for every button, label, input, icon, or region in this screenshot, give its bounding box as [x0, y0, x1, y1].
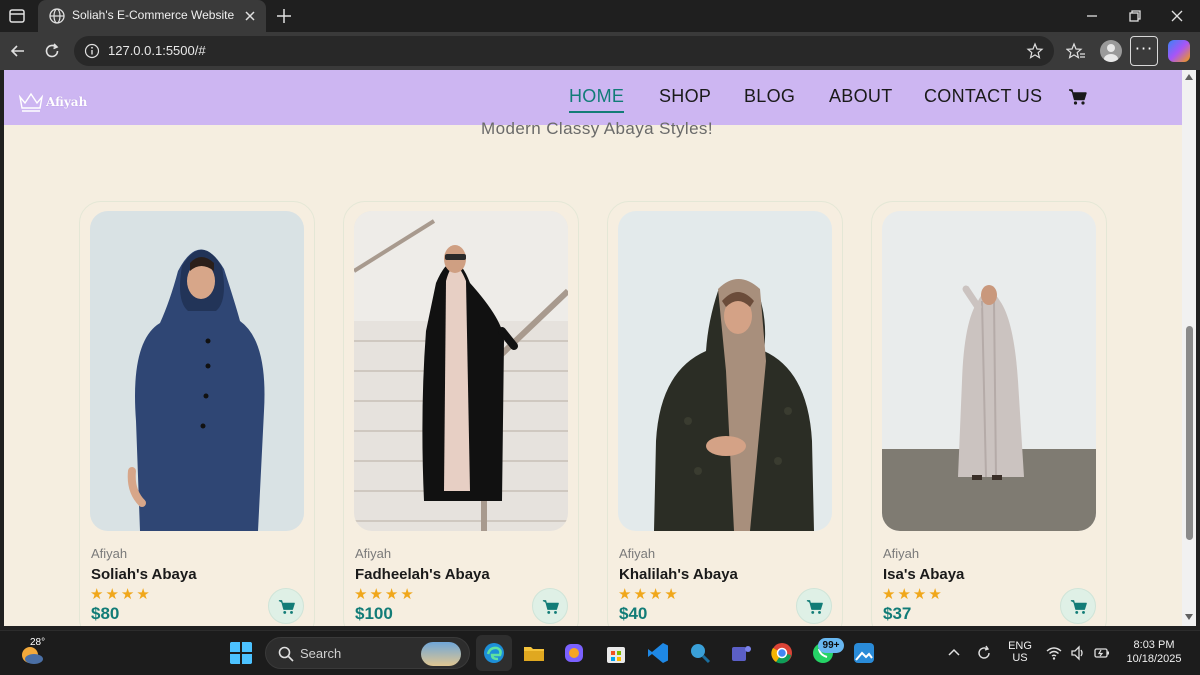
nav-contact-us[interactable]: CONTACT US — [924, 86, 1042, 108]
chrome-icon[interactable] — [770, 641, 794, 665]
chevron-up-icon[interactable] — [946, 645, 962, 661]
add-to-cart-button[interactable] — [796, 588, 832, 624]
cart-icon — [1070, 600, 1087, 614]
copilot-icon[interactable] — [1168, 40, 1190, 62]
product-price: $37 — [883, 604, 912, 623]
product-name[interactable]: Khalilah's Abaya — [619, 566, 738, 583]
region-code: US — [1012, 652, 1028, 664]
cart-icon[interactable] — [1068, 87, 1088, 107]
url-text: 127.0.0.1:5500/# — [108, 43, 206, 58]
close-window-icon[interactable] — [1167, 6, 1187, 26]
clock[interactable]: 8:03 PM 10/18/2025 — [1118, 639, 1190, 665]
language-indicator[interactable]: ENG US — [1006, 640, 1034, 664]
product-rating-stars: ★★★★ — [90, 585, 152, 603]
nav-shop[interactable]: SHOP — [659, 86, 711, 108]
taskbar-search[interactable]: Search — [265, 637, 470, 669]
product-card[interactable]: Afiyah Isa's Abaya ★★★★ $37 — [871, 201, 1107, 626]
battery-icon[interactable] — [1094, 645, 1110, 661]
product-name[interactable]: Fadheelah's Abaya — [355, 566, 490, 583]
volume-icon[interactable] — [1070, 645, 1086, 661]
sync-icon[interactable] — [976, 645, 992, 661]
product-price: $40 — [619, 604, 648, 623]
nav-home[interactable]: HOME — [569, 86, 625, 113]
favorites-icon[interactable] — [1066, 41, 1086, 61]
search-placeholder: Search — [300, 646, 342, 661]
search-icon — [278, 646, 294, 662]
vscode-icon[interactable] — [646, 641, 670, 665]
product-price: $80 — [91, 604, 120, 623]
product-name[interactable]: Isa's Abaya — [883, 566, 964, 583]
site-header: Afiyah HOME SHOP BLOG ABOUT CONTACT US — [4, 70, 1182, 125]
scroll-thumb[interactable] — [1186, 326, 1193, 540]
product-price: $100 — [355, 604, 393, 623]
page-viewport: Afiyah HOME SHOP BLOG ABOUT CONTACT US M… — [4, 70, 1182, 626]
product-rating-stars: ★★★★ — [354, 585, 416, 603]
product-brand: Afiyah — [91, 546, 128, 561]
restore-icon[interactable] — [1125, 6, 1145, 26]
wifi-icon[interactable] — [1046, 645, 1062, 661]
site-logo[interactable]: Afiyah — [18, 90, 87, 114]
browser-tab[interactable]: Soliah's E-Commerce Website — [38, 0, 266, 32]
product-brand: Afiyah — [619, 546, 656, 561]
product-image[interactable] — [354, 211, 568, 531]
cart-icon — [278, 600, 295, 614]
browser-tab-bar: Soliah's E-Commerce Website — [0, 0, 1200, 32]
address-bar[interactable]: 127.0.0.1:5500/# — [74, 36, 1054, 66]
page-scrollbar[interactable] — [1182, 70, 1196, 626]
minimize-icon[interactable] — [1082, 6, 1102, 26]
product-name[interactable]: Soliah's Abaya — [91, 566, 197, 583]
close-tab-icon[interactable] — [242, 8, 258, 24]
globe-icon — [49, 8, 65, 24]
product-card[interactable]: Afiyah Khalilah's Abaya ★★★★ $40 — [607, 201, 843, 626]
logo-text: Afiyah — [46, 95, 88, 109]
magnifier-app-icon[interactable] — [688, 641, 712, 665]
windows-taskbar: 28° Search 99+ ENG US 8:03 PM 10/18/2025 — [0, 630, 1200, 675]
profile-avatar[interactable] — [1100, 40, 1122, 62]
product-image[interactable] — [618, 211, 832, 531]
language-code: ENG — [1008, 640, 1032, 652]
temperature-text: 28° — [30, 637, 46, 648]
cart-icon — [806, 600, 823, 614]
product-image[interactable] — [882, 211, 1096, 531]
cart-icon — [542, 600, 559, 614]
teams-icon[interactable] — [729, 641, 753, 665]
scroll-up-icon[interactable] — [1185, 74, 1193, 80]
product-image[interactable] — [90, 211, 304, 531]
browser-toolbar: 127.0.0.1:5500/# ··· — [0, 32, 1200, 70]
windows-start-icon[interactable] — [229, 641, 253, 665]
copilot-app-icon[interactable] — [562, 641, 586, 665]
crown-icon — [18, 92, 44, 112]
product-brand: Afiyah — [355, 546, 392, 561]
product-card[interactable]: Afiyah Soliah's Abaya ★★★★ $80 — [79, 201, 315, 626]
search-highlight-image — [421, 642, 461, 666]
product-card[interactable]: Afiyah Fadheelah's Abaya ★★★★ $100 — [343, 201, 579, 626]
clock-time: 8:03 PM — [1133, 639, 1175, 651]
tab-actions-icon[interactable] — [8, 7, 26, 25]
product-rating-stars: ★★★★ — [882, 585, 944, 603]
back-icon[interactable] — [8, 41, 28, 61]
photos-icon[interactable] — [852, 641, 876, 665]
refresh-icon[interactable] — [42, 41, 62, 61]
notification-badge: 99+ — [818, 638, 844, 653]
clock-date: 10/18/2025 — [1126, 653, 1182, 665]
settings-more-icon[interactable]: ··· — [1130, 36, 1158, 66]
site-info-icon[interactable] — [84, 43, 100, 59]
edge-icon[interactable] — [482, 641, 506, 665]
product-brand: Afiyah — [883, 546, 920, 561]
add-to-cart-button[interactable] — [1060, 588, 1096, 624]
product-rating-stars: ★★★★ — [618, 585, 680, 603]
store-icon[interactable] — [604, 641, 628, 665]
tab-title: Soliah's E-Commerce Website — [72, 8, 235, 22]
add-to-cart-button[interactable] — [268, 588, 304, 624]
file-explorer-icon[interactable] — [522, 641, 546, 665]
add-to-cart-button[interactable] — [532, 588, 568, 624]
new-tab-icon[interactable] — [274, 6, 294, 26]
nav-about[interactable]: ABOUT — [829, 86, 893, 108]
scroll-down-icon[interactable] — [1185, 614, 1193, 620]
favorite-star-icon[interactable] — [1026, 42, 1044, 60]
nav-blog[interactable]: BLOG — [744, 86, 795, 108]
section-subtitle: Modern Classy Abaya Styles! — [481, 119, 713, 138]
